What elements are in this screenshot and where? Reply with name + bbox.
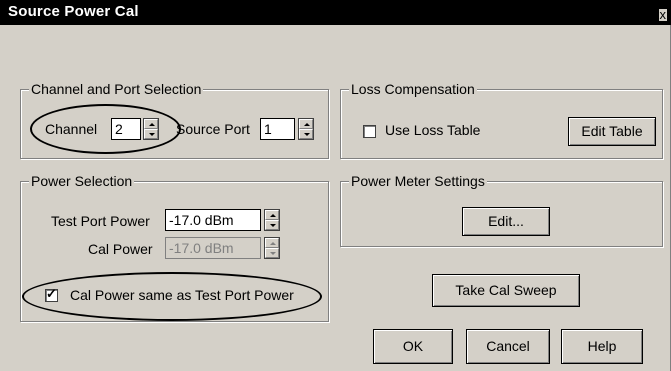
cal-power-input[interactable]: -17.0 dBm — [165, 237, 261, 259]
edit-table-label: Edit Table — [581, 123, 643, 139]
test-port-power-spinner[interactable] — [264, 209, 280, 231]
spin-down-icon[interactable] — [265, 248, 279, 258]
cal-power-spinner[interactable] — [264, 237, 280, 259]
power-meter-settings-legend: Power Meter Settings — [349, 173, 487, 189]
spin-up-icon[interactable] — [265, 210, 279, 220]
source-port-input[interactable]: 1 — [260, 118, 295, 140]
cancel-button[interactable]: Cancel — [466, 329, 550, 364]
loss-compensation-legend: Loss Compensation — [349, 81, 477, 97]
ok-label: OK — [402, 338, 424, 354]
take-cal-sweep-button[interactable]: Take Cal Sweep — [432, 274, 580, 307]
spin-up-icon[interactable] — [265, 238, 279, 248]
channel-port-legend: Channel and Port Selection — [29, 81, 204, 97]
channel-spinner[interactable] — [143, 118, 159, 140]
window-title: Source Power Cal — [8, 3, 139, 20]
power-meter-edit-button[interactable]: Edit... — [462, 207, 550, 236]
source-port-spinner[interactable] — [298, 118, 314, 140]
spin-up-icon[interactable] — [144, 119, 158, 129]
channel-label: Channel — [45, 121, 98, 137]
use-loss-table-label: Use Loss Table — [385, 122, 481, 138]
cancel-label: Cancel — [486, 338, 530, 354]
help-button[interactable]: Help — [561, 329, 643, 364]
source-power-cal-dialog: Source Power Cal x Channel and Port Sele… — [0, 0, 671, 371]
help-label: Help — [587, 338, 617, 354]
close-icon[interactable]: x — [658, 8, 667, 21]
channel-input[interactable]: 2 — [111, 118, 141, 140]
power-meter-edit-label: Edit... — [488, 213, 524, 229]
cal-power-same-label: Cal Power same as Test Port Power — [70, 287, 294, 303]
power-selection-legend: Power Selection — [29, 173, 135, 189]
edit-table-button[interactable]: Edit Table — [568, 117, 656, 146]
test-port-power-label: Test Port Power — [51, 213, 150, 229]
test-port-power-input[interactable]: -17.0 dBm — [165, 209, 261, 231]
spin-down-icon[interactable] — [144, 129, 158, 139]
spin-down-icon[interactable] — [299, 129, 313, 139]
take-cal-sweep-label: Take Cal Sweep — [455, 282, 557, 298]
ok-button[interactable]: OK — [373, 329, 453, 364]
cal-power-same-checkbox[interactable] — [45, 286, 58, 302]
spin-up-icon[interactable] — [299, 119, 313, 129]
source-port-label: Source Port — [176, 121, 250, 137]
title-bar: Source Power Cal x — [0, 0, 671, 25]
cal-power-label: Cal Power — [88, 241, 153, 257]
use-loss-table-checkbox[interactable] — [363, 125, 376, 138]
spin-down-icon[interactable] — [265, 220, 279, 230]
